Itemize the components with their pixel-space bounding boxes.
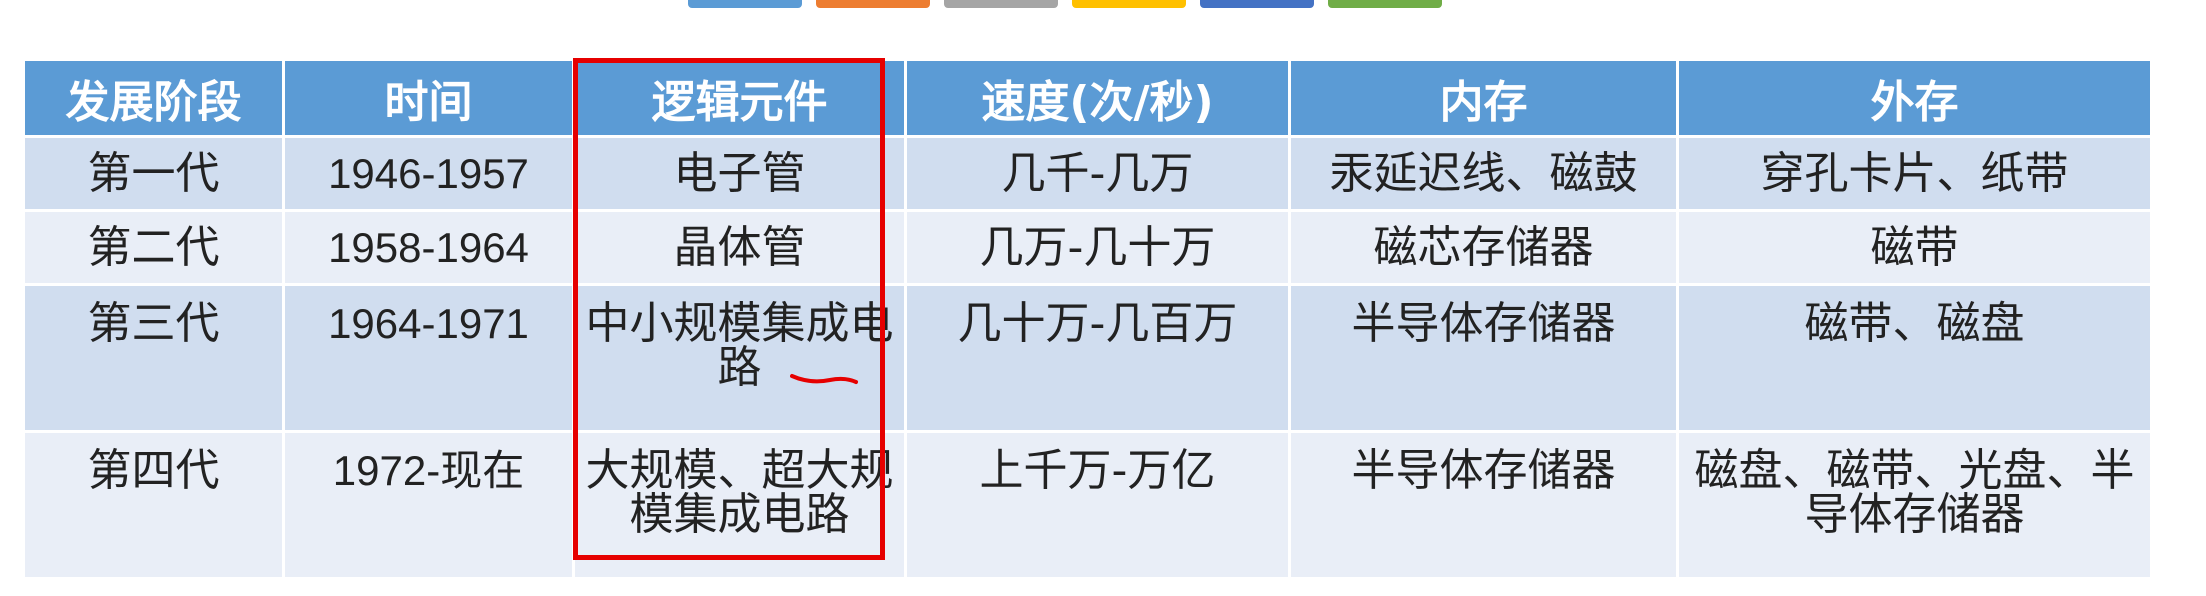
tab-chip-5[interactable]	[1200, 0, 1314, 8]
cell-time: 1946-1957	[282, 135, 575, 212]
cell-speed: 几千-几万	[904, 135, 1291, 212]
tab-chip-4[interactable]	[1072, 0, 1186, 8]
cell-storage: 磁带、磁盘	[1676, 283, 2153, 433]
cell-speed: 几十万-几百万	[904, 283, 1291, 433]
cell-time: 1972-现在	[282, 430, 575, 580]
tab-chip-2[interactable]	[816, 0, 930, 8]
cell-memory: 磁芯存储器	[1288, 209, 1679, 286]
tab-chip-6[interactable]	[1328, 0, 1442, 8]
table-row: 第一代 1946-1957 电子管 几千-几万 汞延迟线、磁鼓 穿孔卡片、纸带	[22, 135, 2153, 212]
computer-generations-table: 发展阶段 时间 逻辑元件 速度(次/秒) 内存 外存 第一代 1946-1957…	[22, 58, 2153, 580]
cell-logic-element: 电子管	[572, 135, 907, 212]
cell-memory: 汞延迟线、磁鼓	[1288, 135, 1679, 212]
header-stage: 发展阶段	[22, 58, 285, 138]
cell-stage: 第二代	[22, 209, 285, 286]
cell-storage: 穿孔卡片、纸带	[1676, 135, 2153, 212]
cell-storage: 磁带	[1676, 209, 2153, 286]
cell-logic-element: 中小规模集成电路	[572, 283, 907, 433]
cell-time: 1964-1971	[282, 283, 575, 433]
table-row: 第三代 1964-1971 中小规模集成电路 几十万-几百万 半导体存储器 磁带…	[22, 283, 2153, 433]
cell-stage: 第三代	[22, 283, 285, 433]
tab-chip-1[interactable]	[688, 0, 802, 8]
cell-speed: 上千万-万亿	[904, 430, 1291, 580]
cell-memory: 半导体存储器	[1288, 283, 1679, 433]
header-time: 时间	[282, 58, 575, 138]
cell-time: 1958-1964	[282, 209, 575, 286]
header-speed: 速度(次/秒)	[904, 58, 1291, 138]
table-row: 第四代 1972-现在 大规模、超大规模集成电路 上千万-万亿 半导体存储器 磁…	[22, 430, 2153, 580]
header-memory: 内存	[1288, 58, 1679, 138]
header-logic-element: 逻辑元件	[572, 58, 907, 138]
table-header-row: 发展阶段 时间 逻辑元件 速度(次/秒) 内存 外存	[22, 58, 2153, 138]
cell-stage: 第四代	[22, 430, 285, 580]
computer-generations-table-wrap: 发展阶段 时间 逻辑元件 速度(次/秒) 内存 外存 第一代 1946-1957…	[22, 58, 2153, 580]
slide-tab-strip	[688, 0, 1442, 8]
cell-storage: 磁盘、磁带、光盘、半导体存储器	[1676, 430, 2153, 580]
header-storage: 外存	[1676, 58, 2153, 138]
tab-chip-3[interactable]	[944, 0, 1058, 8]
table-row: 第二代 1958-1964 晶体管 几万-几十万 磁芯存储器 磁带	[22, 209, 2153, 286]
cell-stage: 第一代	[22, 135, 285, 212]
cell-logic-element: 大规模、超大规模集成电路	[572, 430, 907, 580]
cell-memory: 半导体存储器	[1288, 430, 1679, 580]
cell-logic-element: 晶体管	[572, 209, 907, 286]
cell-speed: 几万-几十万	[904, 209, 1291, 286]
